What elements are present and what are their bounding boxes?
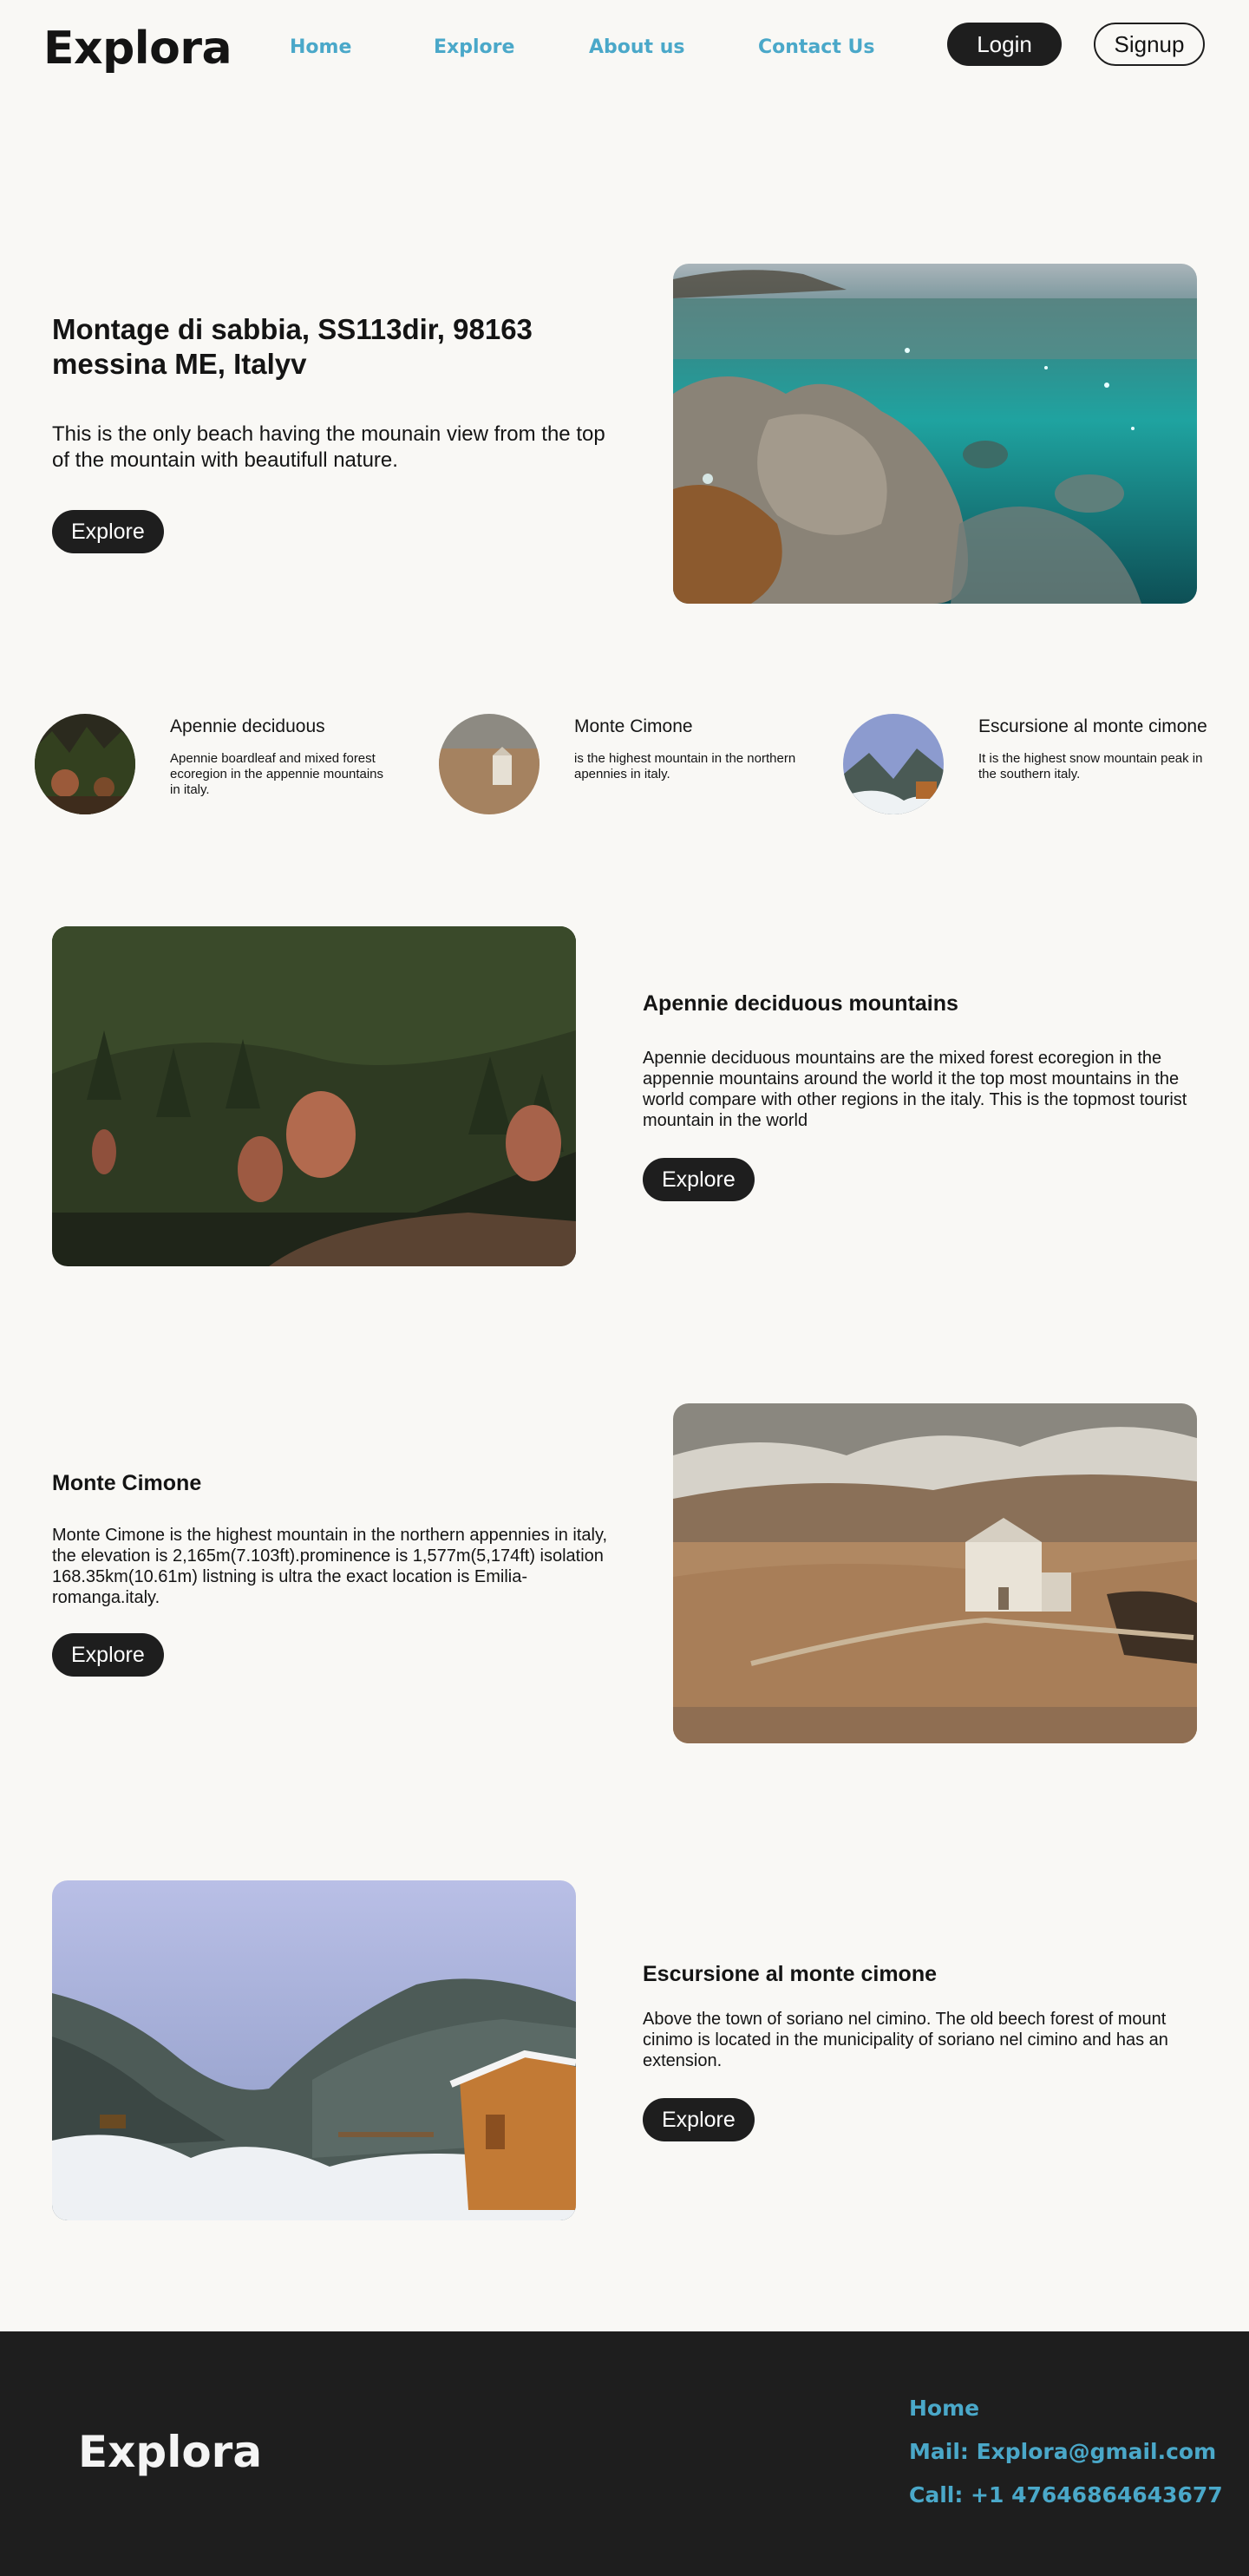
mini-card-title: Monte Cimone xyxy=(574,716,693,736)
mini-card-snow-thumb[interactable] xyxy=(843,714,944,814)
forest-photo xyxy=(52,926,576,1266)
section-description: Apennie deciduous mountains are the mixe… xyxy=(643,1049,1187,1130)
site-header: Explora Home Explore About us Contact Us… xyxy=(0,0,1249,95)
footer-link-home[interactable]: Home xyxy=(909,2396,979,2421)
brand-logo[interactable]: Explora xyxy=(43,23,232,75)
mini-card-text: is the highest mountain in the northern … xyxy=(574,751,796,781)
login-button[interactable]: Login xyxy=(947,23,1062,66)
section-title: Escursione al monte cimone xyxy=(643,1962,937,1986)
escursione-explore-button[interactable]: Explore xyxy=(643,2098,755,2141)
mini-card-title: Apennie deciduous xyxy=(170,716,325,736)
nav-explore[interactable]: Explore xyxy=(434,36,514,58)
mini-card-forest-thumb[interactable] xyxy=(35,714,135,814)
site-footer: Explora Home Mail: Explora@gmail.com Cal… xyxy=(0,2331,1249,2576)
section-title: Apennie deciduous mountains xyxy=(643,991,958,1016)
signup-button[interactable]: Signup xyxy=(1094,23,1205,66)
nav-home[interactable]: Home xyxy=(290,36,351,58)
mini-card-church-thumb[interactable] xyxy=(439,714,539,814)
hero-description: This is the only beach having the mounai… xyxy=(52,422,605,472)
section-title: Monte Cimone xyxy=(52,1471,202,1495)
hero-title: Montage di sabbia, SS113dir, 98163 messi… xyxy=(52,313,533,380)
section-description: Monte Cimone is the highest mountain in … xyxy=(52,1526,608,1607)
hero-explore-button[interactable]: Explore xyxy=(52,510,164,553)
section-description: Above the town of soriano nel cimino. Th… xyxy=(643,2010,1168,2070)
footer-brand-logo[interactable]: Explora xyxy=(78,2427,262,2477)
snow-cabin-photo xyxy=(52,1880,576,2220)
church-mountain-photo xyxy=(673,1403,1197,1743)
footer-link-call[interactable]: Call: +1 47646864643677 xyxy=(909,2482,1223,2507)
mini-card-text: Apennie boardleaf and mixed forest ecore… xyxy=(170,751,384,797)
hero-underwater-photo xyxy=(673,264,1197,604)
nav-contact-us[interactable]: Contact Us xyxy=(758,36,874,58)
monte-cimone-explore-button[interactable]: Explore xyxy=(52,1633,164,1677)
forest-explore-button[interactable]: Explore xyxy=(643,1158,755,1201)
mini-card-title: Escursione al monte cimone xyxy=(978,716,1207,736)
mini-card-text: It is the highest snow mountain peak in … xyxy=(978,751,1203,781)
footer-link-mail[interactable]: Mail: Explora@gmail.com xyxy=(909,2439,1216,2464)
nav-about-us[interactable]: About us xyxy=(589,36,684,58)
